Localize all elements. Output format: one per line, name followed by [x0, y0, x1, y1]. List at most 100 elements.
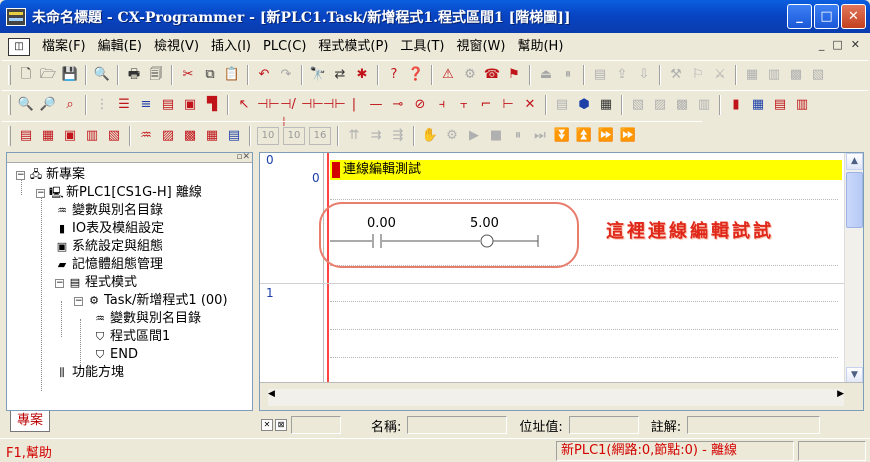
memory-icon[interactable]: ▩	[181, 127, 199, 145]
collapse-icon[interactable]: −	[36, 188, 45, 198]
vertical-scrollbar[interactable]: ▲ ▼	[844, 153, 863, 384]
program-properties-icon[interactable]: ▮	[727, 96, 745, 114]
fast-forward-icon[interactable]: ⏩	[597, 127, 615, 145]
settings-icon[interactable]: ▥	[793, 96, 811, 114]
select-mode-icon[interactable]: ↖	[235, 96, 253, 114]
menu-plc[interactable]: PLC(C)	[257, 36, 312, 58]
coil-icon[interactable]: ⊸	[389, 96, 407, 114]
cross-reference-icon[interactable]: ✱	[353, 66, 371, 84]
show-comments-icon[interactable]: ☰	[115, 96, 133, 114]
menu-insert[interactable]: 插入(I)	[205, 36, 257, 58]
collapse-icon[interactable]: −	[16, 170, 25, 180]
output-window-icon[interactable]: ▦	[39, 127, 57, 145]
coil-address[interactable]: 5.00	[470, 216, 499, 231]
simulator-icon[interactable]: ⚙	[443, 127, 461, 145]
vertical-line-icon[interactable]: |	[345, 96, 363, 114]
minimize-button[interactable]: _	[787, 4, 812, 29]
step-out-icon[interactable]: ⏫	[575, 127, 593, 145]
scroll-right-icon[interactable]: ▶	[837, 389, 844, 406]
simulator-hand-icon[interactable]: ✋	[421, 127, 439, 145]
contact-address[interactable]: 0.00	[367, 216, 396, 231]
project-window-icon[interactable]: ▤	[17, 127, 35, 145]
menu-help[interactable]: 幫助(H)	[511, 36, 569, 58]
window-tile-icon[interactable]: ▦	[743, 66, 761, 84]
scroll-up-icon[interactable]: ▲	[846, 153, 863, 170]
address-reference-icon[interactable]: ▥	[83, 127, 101, 145]
decimal-display-button[interactable]: 10	[257, 126, 279, 145]
step-icon[interactable]: ⏭	[531, 127, 549, 145]
help-icon[interactable]: ?	[385, 66, 403, 84]
force-on-icon[interactable]: ⚒	[667, 66, 685, 84]
pause-icon[interactable]: ⏸	[559, 66, 577, 84]
menu-file[interactable]: 檔案(F)	[36, 36, 92, 58]
force-cancel-icon[interactable]: ⚔	[711, 66, 729, 84]
symbols-icon[interactable]: ♒	[137, 127, 155, 145]
tree-node-io-table[interactable]: ▮ IO表及模組設定	[7, 220, 252, 238]
nc-coil-icon[interactable]: ⊘	[411, 96, 429, 114]
step-in-icon[interactable]: ⏬	[553, 127, 571, 145]
panel-close-icon[interactable]: ▫✕	[236, 152, 250, 162]
end-icon[interactable]: ⏩	[619, 127, 637, 145]
tree-node-symbols[interactable]: ♒ 變數與別名目錄	[7, 202, 252, 220]
online-edit-icon[interactable]: ▤	[553, 96, 571, 114]
diff-up-icon[interactable]: ▨	[651, 96, 669, 114]
mdi-close-button[interactable]: ✕	[851, 38, 860, 51]
horizontal-scrollbar[interactable]: ◀ ▶	[260, 382, 863, 410]
app-icon[interactable]	[6, 7, 26, 26]
context-help-icon[interactable]: ❓	[407, 66, 425, 84]
zoom-in-icon[interactable]: 🔍	[17, 96, 35, 114]
tree-node-end[interactable]: ⛉ END	[7, 346, 252, 364]
collapse-icon[interactable]: −	[74, 296, 83, 306]
tree-node-root[interactable]: − 🖧 新專案	[7, 166, 252, 184]
diff-cancel-icon[interactable]: ▥	[695, 96, 713, 114]
tree-node-plc[interactable]: − 🖳 新PLC1[CS1G-H] 離線	[7, 184, 252, 202]
io-icon[interactable]: ▦	[203, 127, 221, 145]
tab-project[interactable]: 專案	[10, 411, 51, 432]
set-value-icon[interactable]: ▦	[597, 96, 615, 114]
monitor-window-icon[interactable]: ▣	[181, 96, 199, 114]
or-nc-contact-icon[interactable]: ⊣⊢	[323, 96, 346, 114]
menu-edit[interactable]: 編輯(E)	[92, 36, 148, 58]
compare-icon[interactable]: ▤	[591, 66, 609, 84]
new-file-icon[interactable]: 🗋	[17, 66, 35, 84]
find-icon[interactable]: 🔭	[309, 66, 327, 84]
mnemonic-icon[interactable]: ▤	[159, 96, 177, 114]
watch-window-icon[interactable]: ▣	[61, 127, 79, 145]
connect-icon[interactable]: ⚙	[461, 66, 479, 84]
tree-node-programs[interactable]: − ▤ 程式模式	[7, 274, 252, 292]
tree-node-task[interactable]: − ⚙ Task/新增程式1 (00)	[7, 292, 252, 310]
diff-icon[interactable]: ▧	[629, 96, 647, 114]
toolbar-grip[interactable]	[8, 94, 11, 115]
collapse-icon[interactable]: −	[55, 278, 64, 288]
toggle-bit-icon[interactable]: ⬢	[575, 96, 593, 114]
line-connect-icon[interactable]: ⌐	[477, 96, 495, 114]
paste-icon[interactable]: 📋	[223, 66, 241, 84]
pt-instruction-icon[interactable]: ⫟	[455, 96, 473, 114]
menu-window[interactable]: 視窗(W)	[450, 36, 511, 58]
mdi-restore-button[interactable]: □	[832, 38, 842, 51]
undo-icon[interactable]: ↶	[255, 66, 273, 84]
tree-node-memory[interactable]: ▰ 記憶體組態管理	[7, 256, 252, 274]
print-icon[interactable]: 🖶	[125, 66, 143, 84]
delete-line-icon[interactable]: ✕	[521, 96, 539, 114]
memory-view-icon[interactable]: ▦	[749, 96, 767, 114]
trace-settings-icon[interactable]: ⇉	[367, 127, 385, 145]
zoom-fit-icon[interactable]: ⌕	[61, 96, 79, 114]
no-contact-icon[interactable]: ⊣⊢	[257, 96, 280, 114]
monitor-icon[interactable]: ⚑	[505, 66, 523, 84]
play-icon[interactable]: ▶	[465, 127, 483, 145]
zoom-out-icon[interactable]: 🔎	[39, 96, 57, 114]
warning-icon[interactable]: ⚠	[439, 66, 457, 84]
mdi-minimize-button[interactable]: _	[819, 38, 825, 51]
tree-node-settings[interactable]: ▣ 系統設定與組態	[7, 238, 252, 256]
window-grid-icon[interactable]: ▩	[787, 66, 805, 84]
toolbar-grip[interactable]	[8, 125, 11, 146]
maximize-button[interactable]: □	[814, 4, 839, 29]
scroll-thumb[interactable]	[846, 172, 863, 228]
nc-contact-icon[interactable]: ⊣/⊢	[279, 96, 297, 130]
window-cascade-icon[interactable]: ▥	[765, 66, 783, 84]
diff-down-icon[interactable]: ▩	[673, 96, 691, 114]
signed-decimal-display-button[interactable]: 10	[283, 126, 305, 145]
scroll-left-icon[interactable]: ◀	[268, 389, 275, 406]
pause-sim-icon[interactable]: ⏸	[509, 127, 527, 145]
